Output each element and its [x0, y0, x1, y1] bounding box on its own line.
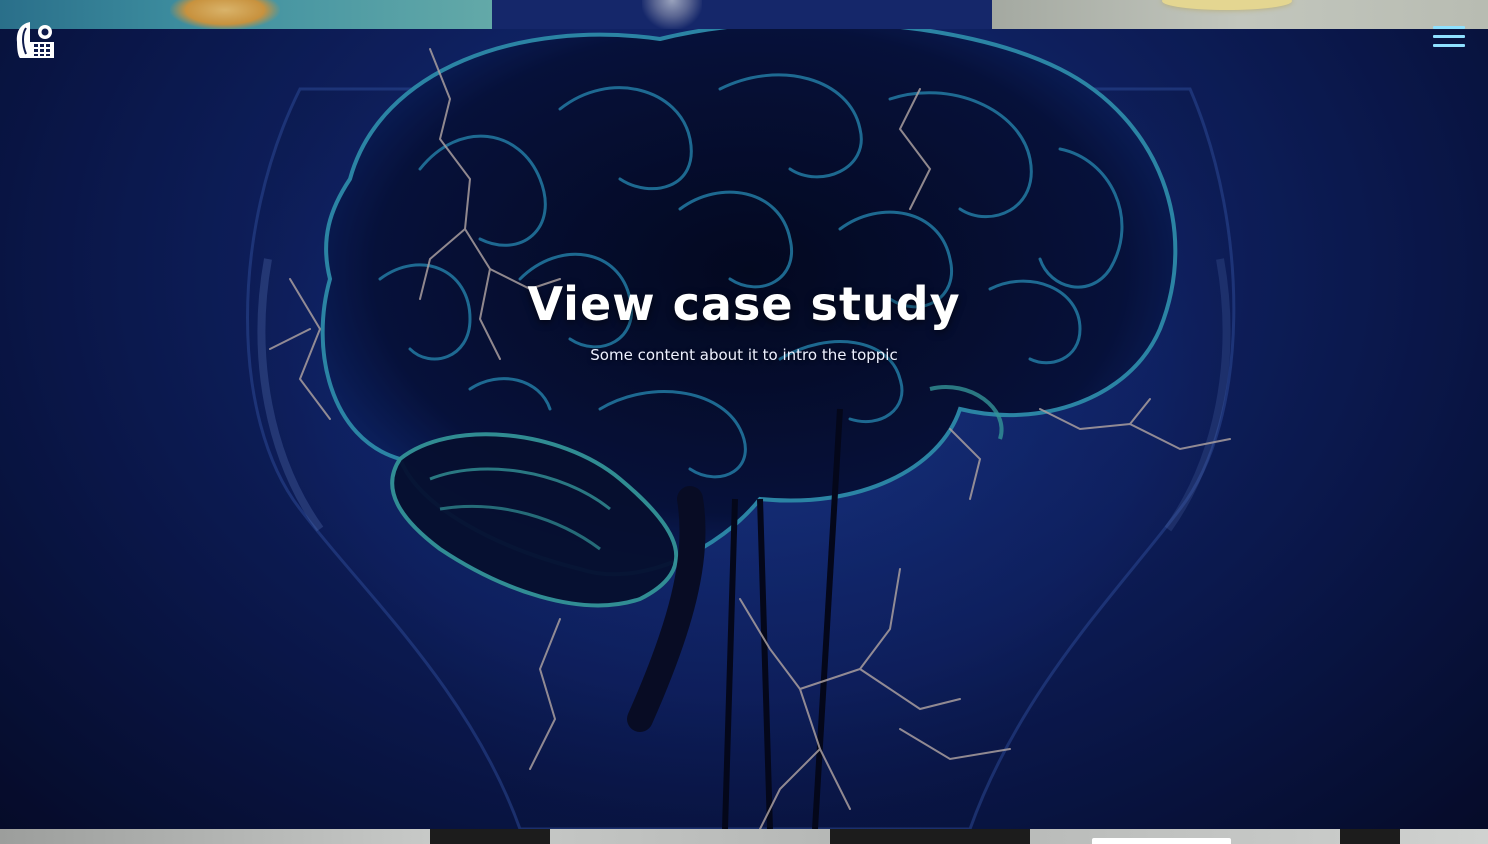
menu-bar	[1433, 44, 1465, 47]
case-study-hero-tile[interactable]: View case study Some content about it to…	[0, 29, 1488, 829]
brand-logo-icon[interactable]	[14, 20, 58, 60]
menu-bar	[1433, 26, 1465, 29]
next-row-thumbnails[interactable]	[0, 829, 1488, 844]
thumbnail-card[interactable]	[1092, 838, 1231, 844]
hero-title[interactable]: View case study	[0, 277, 1488, 331]
thumbnail-shape	[830, 829, 1030, 844]
hero-subtitle: Some content about it to intro the toppi…	[590, 346, 898, 364]
thumbnail-shape	[430, 829, 550, 844]
hero-overlay	[0, 29, 1488, 829]
case-study-page: View case study Some content about it to…	[0, 0, 1488, 844]
previous-row-thumbnails	[0, 0, 1488, 29]
menu-bar	[1433, 35, 1465, 38]
thumbnail-shape	[1340, 829, 1400, 844]
case-study-thumbnail[interactable]	[992, 0, 1488, 29]
hamburger-menu-icon[interactable]	[1433, 26, 1465, 48]
case-study-thumbnail[interactable]	[492, 0, 992, 29]
case-study-thumbnail[interactable]	[0, 0, 492, 29]
